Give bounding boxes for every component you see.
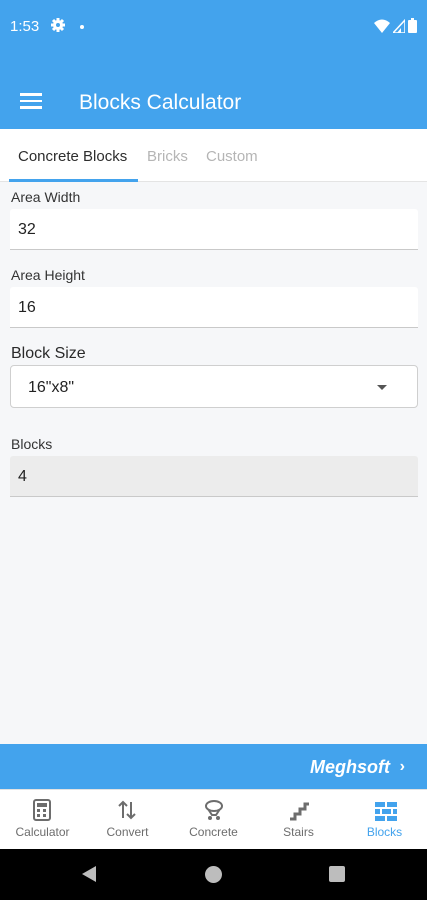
status-indicators xyxy=(374,18,417,33)
hamburger-menu-icon[interactable] xyxy=(20,93,42,109)
nav-stairs-label: Stairs xyxy=(283,825,314,839)
nav-convert-label: Convert xyxy=(106,825,149,839)
block-size-label: Block Size xyxy=(11,345,86,362)
blocks-icon xyxy=(375,802,397,821)
nav-convert[interactable]: Convert xyxy=(85,790,170,850)
chevron-right-icon: › xyxy=(399,758,405,775)
nav-blocks[interactable]: Blocks xyxy=(342,790,427,850)
settings-gear-icon xyxy=(51,18,65,32)
system-nav-bar xyxy=(0,849,427,900)
tab-bar: Concrete Blocks Bricks Custom xyxy=(0,129,427,182)
blocks-label: Blocks xyxy=(11,436,53,452)
area-width-input[interactable]: 32 xyxy=(10,209,418,250)
back-icon[interactable] xyxy=(82,866,96,882)
nav-calculator-label: Calculator xyxy=(15,825,70,839)
dropdown-arrow-icon xyxy=(377,385,387,390)
banner-text: Meghsoft xyxy=(310,757,390,777)
area-width-value: 32 xyxy=(18,221,36,238)
recent-apps-icon[interactable] xyxy=(329,866,345,882)
block-size-value: 16"x8" xyxy=(28,379,75,396)
meghsoft-banner[interactable]: Meghsoft › xyxy=(0,744,427,789)
nav-concrete-label: Concrete xyxy=(189,825,238,839)
area-width-label: Area Width xyxy=(11,189,81,205)
tab-custom[interactable]: Custom xyxy=(206,148,258,165)
blocks-result-field: 4 xyxy=(10,456,418,497)
nav-blocks-label: Blocks xyxy=(366,825,403,839)
stairs-icon xyxy=(290,802,309,821)
signal-icon xyxy=(393,18,405,33)
home-icon[interactable] xyxy=(205,866,222,883)
calculator-icon xyxy=(33,799,51,821)
convert-arrows-icon xyxy=(118,800,136,820)
area-height-value: 16 xyxy=(18,299,36,316)
bottom-nav: Calculator Convert Concrete Stairs Block… xyxy=(0,789,427,849)
block-size-dropdown[interactable]: 16"x8" xyxy=(10,365,418,408)
page-title: Blocks Calculator xyxy=(79,91,242,114)
tab-concrete-blocks[interactable]: Concrete Blocks xyxy=(18,148,127,165)
battery-icon xyxy=(408,18,417,33)
status-time: 1:53 xyxy=(10,18,40,35)
blocks-value: 4 xyxy=(18,468,27,485)
active-tab-indicator xyxy=(9,179,138,182)
notification-dot-icon xyxy=(80,25,84,29)
nav-concrete[interactable]: Concrete xyxy=(171,790,256,850)
area-height-label: Area Height xyxy=(11,267,85,283)
wifi-icon xyxy=(374,19,390,33)
status-bar: 1:53 xyxy=(0,0,427,56)
concrete-mixer-icon xyxy=(205,800,223,820)
tab-bricks[interactable]: Bricks xyxy=(147,148,188,165)
app-bar: Blocks Calculator xyxy=(0,56,427,129)
nav-stairs[interactable]: Stairs xyxy=(256,790,341,850)
nav-calculator[interactable]: Calculator xyxy=(0,790,85,850)
area-height-input[interactable]: 16 xyxy=(10,287,418,328)
